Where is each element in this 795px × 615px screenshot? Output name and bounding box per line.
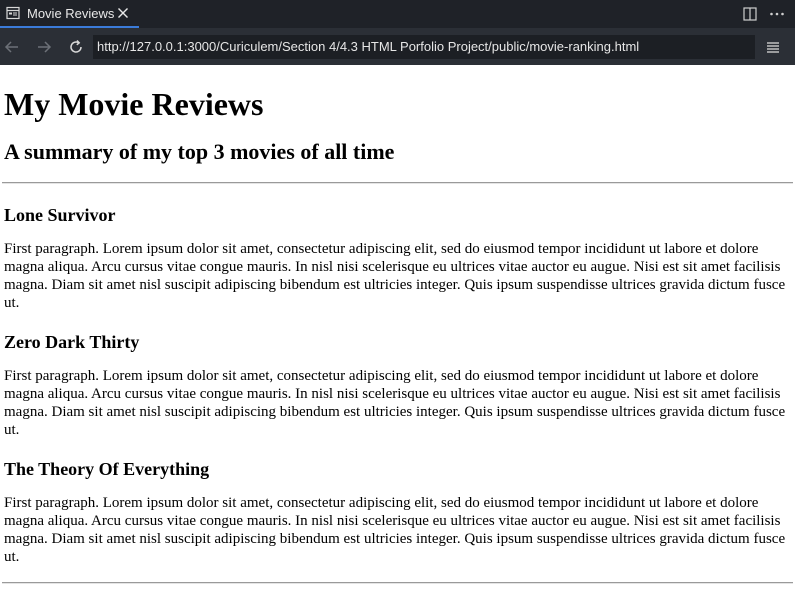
reload-icon[interactable] [65, 36, 87, 58]
split-editor-icon[interactable] [743, 7, 757, 21]
page-subtitle: A summary of my top 3 movies of all time [4, 139, 395, 164]
movie-review-text: First paragraph. Lorem ipsum dolor sit a… [4, 495, 786, 565]
tab-title: Movie Reviews [27, 5, 115, 21]
navigation-bar [0, 28, 795, 65]
movie-review-text: First paragraph. Lorem ipsum dolor sit a… [4, 241, 786, 311]
arrow-left-icon[interactable] [1, 36, 23, 58]
page-title: My Movie Reviews [4, 86, 264, 122]
page-content: My Movie Reviews A summary of my top 3 m… [0, 86, 795, 584]
movie-title: Zero Dark Thirty [4, 332, 140, 352]
divider-bottom [2, 582, 793, 584]
movie-title: Lone Survivor [4, 205, 116, 225]
movie-review-2: Zero Dark Thirty First paragraph. Lorem … [4, 331, 791, 439]
movie-review-1: Lone Survivor First paragraph. Lorem ips… [4, 204, 791, 312]
movie-review-text: First paragraph. Lorem ipsum dolor sit a… [4, 368, 786, 438]
movie-review-3: The Theory Of Everything First paragraph… [4, 458, 791, 566]
arrow-right-icon[interactable] [33, 36, 55, 58]
browser-page-icon [6, 6, 20, 20]
tab-bar: Movie Reviews [0, 0, 795, 28]
more-icon[interactable] [769, 7, 785, 21]
divider-top [2, 182, 793, 184]
url-input[interactable] [93, 34, 755, 59]
movie-title: The Theory Of Everything [4, 459, 210, 479]
close-icon[interactable] [115, 5, 131, 21]
tab-movie-reviews[interactable]: Movie Reviews [0, 0, 139, 28]
menu-icon[interactable] [762, 36, 784, 58]
tab-actions [743, 0, 785, 28]
